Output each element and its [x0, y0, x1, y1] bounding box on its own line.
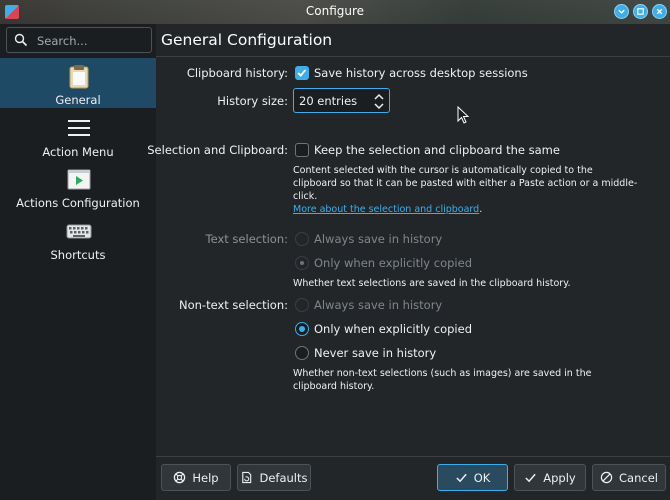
apply-label: Apply: [543, 470, 576, 485]
defaults-button[interactable]: Defaults: [237, 464, 311, 491]
history-size-label: History size:: [217, 94, 288, 108]
document-reset-icon: [242, 471, 252, 484]
text-selection-note: Whether text selections are saved in the…: [293, 278, 571, 289]
text-always-radio[interactable]: [295, 232, 309, 246]
ok-button[interactable]: OK: [437, 464, 508, 491]
checkmark-icon: [297, 69, 307, 77]
keep-same-checkbox[interactable]: [295, 143, 309, 157]
help-label: Help: [192, 470, 219, 485]
title-bar: Configure: [0, 0, 670, 24]
help-button[interactable]: Help: [161, 464, 231, 491]
checkmark-icon: [456, 473, 467, 483]
text-always-option[interactable]: Always save in history: [314, 232, 442, 246]
header-divider: [156, 56, 670, 57]
sidebar-item-actions-configuration[interactable]: Actions Configuration: [0, 161, 156, 211]
nontext-never-option[interactable]: Never save in history: [314, 346, 436, 360]
sidebar-item-label: Shortcuts: [50, 248, 106, 262]
nontext-selection-label: Non-text selection:: [179, 298, 288, 312]
square-icon: [637, 8, 644, 15]
nontext-never-radio[interactable]: [295, 346, 309, 360]
cancel-icon: [600, 471, 613, 484]
clipboard-history-label: Clipboard history:: [186, 66, 288, 80]
window-title: Configure: [305, 4, 365, 18]
clipboard-icon: [69, 65, 89, 89]
nontext-always-option[interactable]: Always save in history: [314, 298, 442, 312]
save-history-checkbox[interactable]: [295, 66, 309, 80]
text-selection-label: Text selection:: [205, 232, 288, 246]
nontext-explicit-option[interactable]: Only when explicitly copied: [314, 322, 472, 336]
nontext-selection-note: Whether non-text selections (such as ima…: [293, 368, 592, 392]
defaults-label: Defaults: [259, 470, 308, 485]
menu-lines-icon: [68, 120, 90, 136]
search-field[interactable]: [6, 27, 152, 53]
selection-clipboard-note: Content selected with the cursor is auto…: [293, 165, 638, 202]
save-history-option[interactable]: Save history across desktop sessions: [314, 66, 528, 80]
nontext-always-radio[interactable]: [295, 298, 309, 312]
mouse-cursor-icon: [457, 106, 469, 124]
link-suffix: .: [479, 204, 483, 215]
close-window-button[interactable]: [652, 4, 667, 19]
sidebar-item-shortcuts[interactable]: Shortcuts: [0, 213, 156, 263]
nontext-explicit-radio[interactable]: [295, 322, 309, 336]
sidebar-item-label: Actions Configuration: [16, 196, 140, 210]
minimize-button[interactable]: [614, 4, 629, 19]
footer-divider: [156, 456, 670, 457]
sidebar-item-label: General: [55, 93, 101, 107]
cancel-label: Cancel: [619, 470, 658, 485]
cancel-button[interactable]: Cancel: [592, 464, 666, 491]
chevron-down-icon[interactable]: [373, 101, 385, 111]
history-size-input[interactable]: [299, 92, 361, 109]
selection-clipboard-label: Selection and Clipboard:: [147, 143, 288, 157]
sidebar-item-general[interactable]: General: [0, 58, 156, 108]
help-lifebuoy-icon: [174, 471, 186, 484]
chevron-down-icon: [618, 9, 625, 14]
apply-button[interactable]: Apply: [514, 464, 586, 491]
ok-label: OK: [473, 470, 491, 485]
keep-same-option[interactable]: Keep the selection and clipboard the sam…: [314, 143, 560, 157]
checkmark-icon: [525, 473, 536, 483]
selection-clipboard-link[interactable]: More about the selection and clipboard: [293, 204, 479, 215]
search-input[interactable]: [35, 31, 149, 51]
page-title: General Configuration: [161, 31, 333, 49]
play-window-icon: [67, 169, 91, 190]
close-icon: [656, 8, 663, 15]
maximize-button[interactable]: [633, 4, 648, 19]
text-explicit-radio[interactable]: [295, 256, 309, 270]
history-size-spinbox[interactable]: [293, 88, 390, 113]
text-explicit-option[interactable]: Only when explicitly copied: [314, 256, 472, 270]
search-icon: [14, 33, 28, 47]
keyboard-icon: [66, 224, 92, 239]
